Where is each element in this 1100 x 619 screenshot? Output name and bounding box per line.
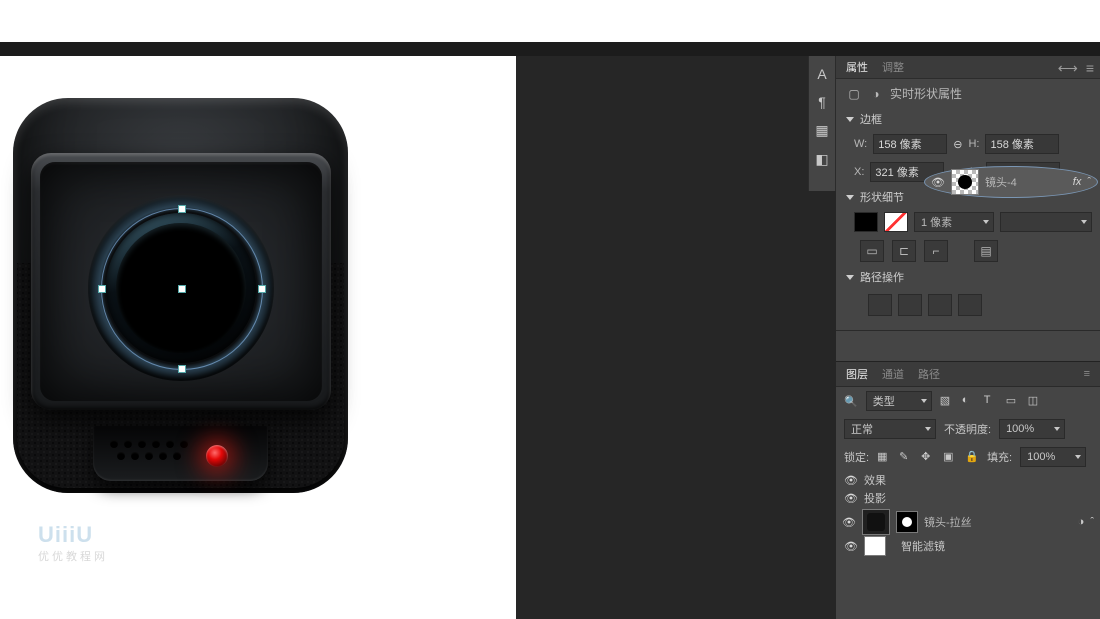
live-shape-icon: ▢ (846, 87, 862, 101)
lock-position-icon[interactable]: ✥ (921, 450, 935, 464)
layer-row[interactable]: 👁 镜头-拉丝 ◑ ˆ (836, 507, 1100, 537)
filter-type-icon[interactable]: T (984, 394, 998, 408)
navigator-panel-icon[interactable]: ◧ (815, 151, 828, 168)
fill-input[interactable]: 100% (1020, 447, 1086, 467)
y-label: Y: (970, 166, 980, 178)
paragraph-panel-icon[interactable]: ¶ (818, 94, 826, 110)
panel-menu-icon[interactable]: ≡ (1086, 60, 1094, 77)
lock-artboard-icon[interactable]: ▣ (943, 450, 957, 464)
tab-paths[interactable]: 路径 (918, 366, 940, 382)
section-bounds[interactable]: 边框 (860, 111, 882, 127)
lock-label: 锁定: (844, 449, 869, 465)
width-input[interactable]: 158 像素 (873, 134, 947, 154)
stroke-width-input[interactable]: 1 像素 (914, 212, 994, 232)
right-panel-dock: ⟷≡ 属性 调整 ▢ ◑ 实时形状属性 边框 W: 158 像素 ⊖ H: 15… (836, 56, 1100, 619)
effects-label[interactable]: 效果 (864, 472, 886, 488)
stroke-swatch[interactable] (884, 212, 908, 232)
fill-swatch[interactable] (854, 212, 878, 232)
properties-title: 实时形状属性 (890, 85, 962, 102)
h-label: H: (968, 138, 979, 150)
panel-menu-icons[interactable]: ⟷≡ (1054, 56, 1098, 81)
corner-style-button[interactable]: ⌐ (924, 240, 948, 262)
camera-icon-artwork (13, 98, 348, 503)
app-menubar (0, 42, 1100, 56)
search-icon[interactable]: 🔍 (844, 395, 858, 408)
pathop-intersect[interactable] (928, 294, 952, 316)
x-label: X: (854, 166, 864, 178)
smart-icon[interactable]: ◑ (1078, 516, 1085, 528)
layer-filter-type[interactable]: 类型 (866, 391, 932, 411)
collapsed-panel-strip[interactable]: A ¶ ▦ ◧ (808, 56, 836, 191)
visibility-toggle[interactable]: 👁 (842, 516, 856, 529)
layers-panel-menu-icon[interactable]: ≡ (1084, 368, 1090, 380)
filter-adjust-icon[interactable]: ◐ (962, 394, 976, 408)
tab-layers[interactable]: 图层 (846, 366, 868, 382)
stroke-style-dropdown[interactable] (1000, 212, 1092, 232)
info-panel-icon[interactable]: ▦ (815, 122, 828, 139)
tab-adjustments[interactable]: 调整 (882, 59, 904, 75)
section-pathops[interactable]: 路径操作 (860, 269, 904, 285)
tab-channels[interactable]: 通道 (882, 366, 904, 382)
filter-shape-icon[interactable]: ▭ (1006, 394, 1020, 408)
fx-collapse-icon[interactable]: ˆ (1090, 516, 1094, 528)
layers-panel-tabs[interactable]: 图层 通道 路径 ≡ (836, 361, 1100, 387)
blend-mode-dropdown[interactable]: 正常 (844, 419, 936, 439)
layer-name[interactable]: 镜头-拉丝 (924, 514, 972, 530)
opacity-label: 不透明度: (944, 421, 991, 437)
drop-shadow-label[interactable]: 投影 (864, 490, 886, 506)
filter-smart-icon[interactable]: ◫ (1028, 394, 1042, 408)
layer-thumb[interactable] (862, 509, 890, 535)
pathop-exclude[interactable] (958, 294, 982, 316)
smart-filters-label[interactable]: 智能滤镜 (901, 538, 945, 554)
height-input[interactable]: 158 像素 (985, 134, 1059, 154)
stroke-options-button[interactable]: ▤ (974, 240, 998, 262)
watermark: UiiiU 优优教程网 (38, 522, 108, 564)
section-shape[interactable]: 形状细节 (860, 189, 904, 205)
collapse-icon[interactable]: ⟷ (1058, 60, 1078, 77)
cap-style-button[interactable]: ⊏ (892, 240, 916, 262)
pathop-subtract[interactable] (898, 294, 922, 316)
mask-mode-icon: ◑ (868, 87, 884, 101)
lock-transparency-icon[interactable]: ▦ (877, 450, 891, 464)
canvas-pasteboard (516, 56, 836, 619)
opacity-input[interactable]: 100% (999, 419, 1065, 439)
lock-pixels-icon[interactable]: ✎ (899, 450, 913, 464)
tab-properties[interactable]: 属性 (846, 59, 868, 75)
x-input[interactable]: 321 像素 (870, 162, 944, 182)
watermark-brand: UiiiU (38, 522, 93, 547)
watermark-sub: 优优教程网 (38, 548, 108, 564)
align-stroke-button[interactable]: ▭ (860, 240, 884, 262)
smart-filter-mask[interactable] (864, 536, 886, 556)
w-label: W: (854, 138, 867, 150)
fill-label: 填充: (987, 449, 1012, 465)
y-input[interactable]: 183 像素 (986, 162, 1060, 182)
lock-all-icon[interactable]: 🔒 (965, 450, 979, 464)
character-panel-icon[interactable]: A (817, 66, 826, 82)
layer-mask-thumb[interactable] (896, 511, 918, 533)
pathop-combine[interactable] (868, 294, 892, 316)
filter-pixel-icon[interactable]: ▧ (940, 394, 954, 408)
link-wh-icon[interactable]: ⊖ (953, 138, 962, 151)
